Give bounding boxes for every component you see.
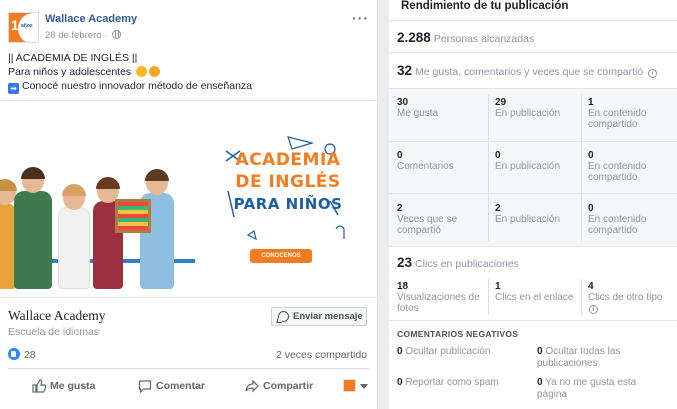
abacus xyxy=(115,199,151,233)
info-icon[interactable]: i xyxy=(648,69,657,78)
post-date-text: 28 de febrero xyxy=(45,30,102,41)
thumbs-up-icon xyxy=(32,379,46,393)
heart-eyes-face-icon xyxy=(149,66,161,77)
share-as-page-selector[interactable] xyxy=(343,379,369,393)
clicks-value: 23 xyxy=(397,255,413,270)
negative-feedback-title: COMENTARIOS NEGATIVOS xyxy=(397,329,519,339)
page-category: Escuela de idiomas xyxy=(8,326,100,338)
shares-on-shares: 0 En contenido compartido xyxy=(588,203,647,236)
clicks-row: 23 Clics en publicaciones 18 Visualizacion… xyxy=(389,246,677,320)
post-date[interactable]: 28 de febrero · xyxy=(45,30,121,41)
more-options-icon[interactable]: ··· xyxy=(352,10,369,26)
child xyxy=(58,184,90,289)
reactions-value: 32 xyxy=(397,63,413,78)
page-mini-avatar xyxy=(343,379,356,392)
reactions-stat: 32 Me gusta, comentarios y veces que se c… xyxy=(397,63,657,78)
like-reaction-icon xyxy=(8,348,20,360)
comments-total: 0 Comentarios xyxy=(397,150,454,172)
brand-line1: ACADEMIA xyxy=(235,150,341,170)
send-message-label: Enviar mensaje xyxy=(293,311,363,322)
comment-button-label: Comentar xyxy=(156,380,206,392)
hide-post-count: 0 Ocultar publicación xyxy=(397,346,491,357)
column-divider xyxy=(581,279,582,315)
clicks-label: Clics en publicaciones xyxy=(415,258,519,270)
info-icon[interactable]: i xyxy=(589,305,598,314)
column-divider xyxy=(581,95,582,241)
likes-total: 30 Me gusta xyxy=(397,97,439,119)
clicks-stat: 23 Clics en publicaciones xyxy=(397,255,519,270)
smiling-face-icon xyxy=(136,66,148,77)
footer-page-name[interactable]: Wallace Academy xyxy=(8,308,106,324)
globe-icon xyxy=(111,30,121,39)
like-button[interactable]: Me gusta xyxy=(32,377,96,395)
like-count[interactable]: 28 xyxy=(8,348,36,361)
photo-views: 18 Visualizaciones de fotos xyxy=(397,281,480,314)
share-count[interactable]: 2 veces compartido xyxy=(276,349,367,361)
page-name-link[interactable]: Wallace Academy xyxy=(45,13,137,25)
column-divider xyxy=(488,279,489,315)
insights-panel: Rendimiento de tu publicación 2.288 Perso… xyxy=(389,0,677,409)
avatar-sub: años xyxy=(21,23,33,29)
shares-on-post: 2 En publicación xyxy=(495,203,561,225)
child xyxy=(14,167,52,289)
row-divider xyxy=(389,141,677,142)
brand-graphic: ACADEMIA DE INGLÉS PARA NIÑOS CONOCENOS xyxy=(218,131,358,271)
post-image[interactable]: ACADEMIA DE INGLÉS PARA NIÑOS CONOCENOS xyxy=(0,100,377,298)
likes-on-post: 29 En publicación xyxy=(495,97,561,119)
post-text-line2: Para niños y adolescentes xyxy=(8,66,132,78)
post-header: 10 años Wallace Academy 28 de febrero · … xyxy=(8,10,369,46)
like-button-label: Me gusta xyxy=(50,380,96,392)
like-count-value: 28 xyxy=(24,349,36,361)
post-text-line3: Conocé nuestro innovador método de enseñ… xyxy=(22,80,252,92)
post-text-line3-wrap: ➡ Conocé nuestro innovador método de ense… xyxy=(8,79,368,94)
other-clicks: 4 Clics de otro tipo i xyxy=(588,281,663,314)
reactions-breakdown: 30 Me gusta 29 En publicación 1 En contenid… xyxy=(389,88,677,246)
reach-value: 2.288 xyxy=(397,30,431,45)
comments-on-post: 0 En publicación xyxy=(495,150,561,172)
hide-all-posts-count: 0 Ocultar todas las publicaciones xyxy=(537,346,621,369)
share-button[interactable]: Compartir xyxy=(245,377,313,395)
send-message-button[interactable]: Enviar mensaje xyxy=(271,307,367,326)
page-avatar[interactable]: 10 años xyxy=(8,12,39,43)
reactions-label: Me gusta, comentarios y veces que se com… xyxy=(415,66,644,78)
post-text-line2-wrap: Para niños y adolescentes xyxy=(8,65,368,79)
post-text-line1: || ACADEMIA DE INGLÉS || xyxy=(8,52,138,64)
unlike-page-count: 0 Ya no me gusta esta página xyxy=(537,377,637,400)
comments-on-shares: 0 En contenido compartido xyxy=(588,150,647,183)
link-clicks: 1 Clics en el enlace xyxy=(495,281,574,303)
conocenos-button[interactable]: CONOCENOS xyxy=(250,249,312,263)
reach-row: 2.288 Personas alcanzadas xyxy=(389,20,677,52)
shares-total: 2 Veces que se compartió xyxy=(397,203,458,236)
brand-line2: DE INGLÉS xyxy=(235,172,341,192)
reactions-row: 32 Me gusta, comentarios y veces que se c… xyxy=(389,52,677,88)
chevron-down-icon xyxy=(360,384,368,389)
right-arrow-icon: ➡ xyxy=(8,83,19,94)
row-divider xyxy=(389,193,677,194)
children-photo xyxy=(0,141,195,289)
negative-feedback-row: COMENTARIOS NEGATIVOS 0 Ocultar publicac… xyxy=(389,320,677,409)
reach-label: Personas alcanzadas xyxy=(433,33,535,45)
reach-stat: 2.288 Personas alcanzadas xyxy=(397,30,534,45)
post-text: || ACADEMIA DE INGLÉS || Para niños y ad… xyxy=(8,51,368,94)
share-icon xyxy=(245,379,259,393)
column-divider xyxy=(488,95,489,241)
brand-text: ACADEMIA DE INGLÉS PARA NIÑOS xyxy=(218,149,358,215)
insights-title: Rendimiento de tu publicación xyxy=(401,0,569,12)
likes-on-shares: 1 En contenido compartido xyxy=(588,97,647,130)
action-bar: Me gusta Comentar Compartir xyxy=(8,368,369,404)
comment-button[interactable]: Comentar xyxy=(138,377,205,395)
whatsapp-icon xyxy=(278,311,289,322)
post-card: 10 años Wallace Academy 28 de febrero · … xyxy=(0,0,378,409)
report-spam-count: 0 Reportar como spam xyxy=(397,377,499,388)
brand-line3: PARA NIÑOS xyxy=(233,195,343,213)
share-button-label: Compartir xyxy=(263,380,314,392)
comment-icon xyxy=(138,380,152,393)
